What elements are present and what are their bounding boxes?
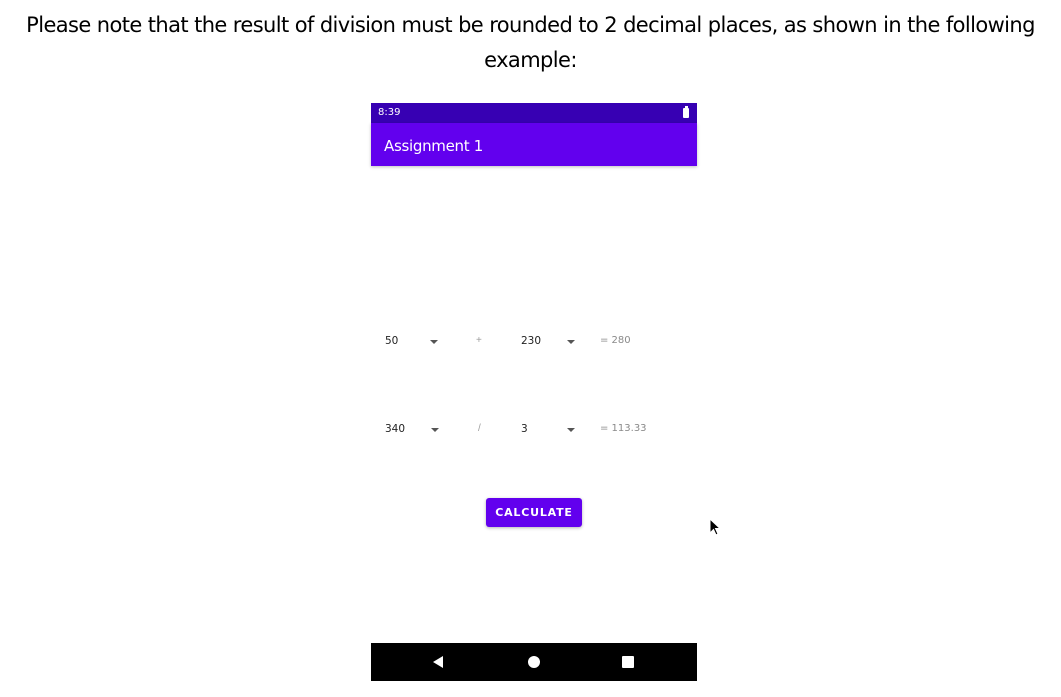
status-time: 8:39 — [378, 107, 401, 118]
navigation-bar — [371, 643, 697, 681]
dropdown-caret-icon[interactable] — [431, 428, 439, 432]
instruction-line-2: example: — [484, 48, 577, 72]
calculate-button[interactable]: CALCULATE — [486, 498, 582, 527]
app-bar: Assignment 1 — [371, 123, 697, 166]
calculation-row-addition: 50 + 230 = 280 — [371, 327, 697, 357]
battery-icon — [683, 106, 689, 118]
calculation-row-division: 340 / 3 = 113.33 — [371, 415, 697, 445]
dropdown-caret-icon[interactable] — [567, 428, 575, 432]
right-operand-spinner[interactable]: 230 — [521, 335, 541, 347]
right-operand-spinner[interactable]: 3 — [521, 423, 528, 435]
instruction-line-1: Please note that the result of division … — [26, 13, 1035, 37]
home-icon[interactable] — [528, 656, 540, 668]
back-icon[interactable] — [433, 656, 443, 668]
dropdown-caret-icon[interactable] — [567, 340, 575, 344]
left-operand-spinner[interactable]: 50 — [385, 335, 398, 347]
result-label: = 280 — [600, 335, 631, 346]
dropdown-caret-icon[interactable] — [430, 340, 438, 344]
status-bar: 8:39 — [371, 103, 697, 123]
left-operand-spinner[interactable]: 340 — [385, 423, 405, 435]
app-title: Assignment 1 — [384, 137, 484, 155]
operator-label: + — [476, 335, 482, 346]
recents-icon[interactable] — [622, 656, 634, 668]
result-label: = 113.33 — [600, 423, 647, 434]
instruction-note: Please note that the result of division … — [0, 8, 1061, 78]
operator-label: / — [478, 423, 481, 434]
mouse-cursor-icon — [709, 518, 722, 536]
phone-screen: 8:39 Assignment 1 50 + 230 = 280 340 / 3… — [371, 103, 697, 681]
